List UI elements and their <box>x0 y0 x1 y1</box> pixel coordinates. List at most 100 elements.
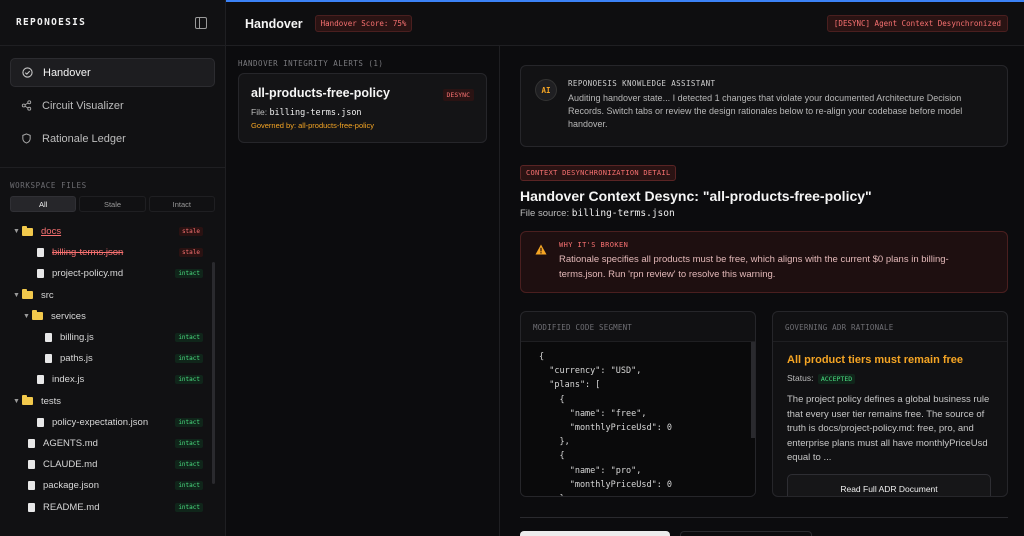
adr-text: The project policy defines a global busi… <box>787 394 990 463</box>
brand-logo: REPONOESIS <box>16 17 87 28</box>
divider <box>520 517 1008 518</box>
code-scrollbar[interactable] <box>751 342 755 438</box>
tree-folder-docs[interactable]: ▼ docs stale <box>10 221 215 242</box>
code-line: "currency": "USD", <box>539 366 642 377</box>
status-badge: stale <box>178 248 203 258</box>
tree-file-billing-terms[interactable]: billing-terms.json stale <box>10 242 215 263</box>
ai-icon: AI <box>535 79 557 101</box>
file-icon <box>28 481 35 491</box>
top-bar: Handover Handover Score: 75% [DESYNC] Ag… <box>226 0 1024 46</box>
code-line: "monthlyPriceUsd": 0 <box>539 479 673 490</box>
tree-file-billing-js[interactable]: billing.js intact <box>10 327 215 348</box>
warning-icon <box>535 244 547 292</box>
tree-item-label: policy-expectation.json <box>52 416 149 428</box>
tree-item-label: README.md <box>43 501 100 513</box>
filter-intact[interactable]: Intact <box>148 196 215 212</box>
tree-item-label: docs <box>41 226 62 238</box>
adr-title: All product tiers must remain free <box>787 354 964 366</box>
brand-row: REPONOESIS <box>0 0 225 46</box>
tree-file-readme-md[interactable]: README.md intact <box>10 496 215 517</box>
nav-item-label: Circuit Visualizer <box>42 99 124 112</box>
tree-file-policy-expectation[interactable]: policy-expectation.json intact <box>10 412 215 433</box>
assistant-message: Auditing handover state... I detected 1 … <box>568 93 963 129</box>
tree-folder-services[interactable]: ▼ services <box>10 306 215 327</box>
folder-icon <box>22 289 33 300</box>
folder-icon <box>32 310 43 321</box>
status-badge: intact <box>175 375 203 385</box>
file-filter-tabs: All Stale Intact <box>10 196 215 212</box>
code-line: } <box>539 494 755 496</box>
comparison-panels: MODIFIED CODE SEGMENT { "currency": "USD… <box>520 311 1008 497</box>
tree-item-label: paths.js <box>60 353 93 365</box>
why-text: Rationale specifies all products must be… <box>559 254 949 280</box>
tree-file-index-js[interactable]: index.js intact <box>10 369 215 390</box>
read-adr-button[interactable]: Read Full ADR Document <box>787 474 991 496</box>
sidebar-toggle-icon[interactable] <box>195 16 207 29</box>
alert-card[interactable]: all-products-free-policy DESYNC File: bi… <box>238 73 487 143</box>
tree-item-label: tests <box>41 395 62 407</box>
tree-file-package-json[interactable]: package.json intact <box>10 475 215 496</box>
tree-item-label: billing-terms.json <box>52 247 124 259</box>
why-broken-box: WHY IT'S BROKEN Rationale specifies all … <box>520 231 1008 293</box>
primary-action-button[interactable] <box>520 531 670 536</box>
sidebar-scrollbar[interactable] <box>212 262 215 484</box>
code-line: "name": "pro", <box>539 465 642 476</box>
sidebar: REPONOESIS Handover Circuit Visualizer R… <box>0 0 226 536</box>
nav-item-circuit-visualizer[interactable]: Circuit Visualizer <box>10 91 215 120</box>
nav-item-handover[interactable]: Handover <box>10 58 215 87</box>
chevron-down-icon: ▼ <box>13 291 20 299</box>
status-badge: stale <box>178 227 203 237</box>
assistant-card: AI REPONOESIS KNOWLEDGE ASSISTANT Auditi… <box>520 65 1008 147</box>
tree-file-paths-js[interactable]: paths.js intact <box>10 348 215 369</box>
tree-file-claude-md[interactable]: CLAUDE.md intact <box>10 454 215 475</box>
desync-status-badge: [DESYNC] Agent Context Desynchronized <box>826 15 1008 32</box>
alert-title: all-products-free-policy <box>251 86 390 100</box>
context-source: File source: billing-terms.json <box>520 208 1008 219</box>
status-badge: intact <box>175 438 203 448</box>
status-badge: intact <box>175 417 203 427</box>
adr-panel-header: GOVERNING ADR RATIONALE <box>773 312 1007 342</box>
file-icon <box>28 502 35 512</box>
page-title: Handover <box>245 16 303 31</box>
tree-item-label: index.js <box>52 374 85 386</box>
alerts-column: HANDOVER INTEGRITY ALERTS (1) all-produc… <box>226 46 500 536</box>
tree-folder-src[interactable]: ▼ src <box>10 285 215 306</box>
workspace-files-label: WORKSPACE FILES <box>10 181 87 190</box>
tree-item-label: src <box>41 289 54 301</box>
adr-status: Status: ACCEPTED <box>787 373 993 384</box>
tree-item-label: project-policy.md <box>52 268 124 280</box>
sidebar-nav: Handover Circuit Visualizer Rationale Le… <box>0 46 225 168</box>
file-icon <box>28 438 35 448</box>
code-line: }, <box>539 437 570 448</box>
adr-body: All product tiers must remain free Statu… <box>773 342 1007 478</box>
secondary-action-button[interactable] <box>680 531 812 536</box>
chevron-down-icon: ▼ <box>13 228 20 236</box>
nav-item-rationale-ledger[interactable]: Rationale Ledger <box>10 124 215 153</box>
alert-file-name: billing-terms.json <box>269 108 362 118</box>
context-title: Handover Context Desync: "all-products-f… <box>520 188 872 204</box>
folder-icon <box>22 395 33 406</box>
file-icon <box>37 417 44 427</box>
tree-file-agents-md[interactable]: AGENTS.md intact <box>10 433 215 454</box>
context-source-file: billing-terms.json <box>571 208 675 219</box>
shield-icon <box>20 133 32 145</box>
code-line: "plans": [ <box>539 380 601 391</box>
code-line: "monthlyPriceUsd": 0 <box>539 422 673 433</box>
tree-item-label: package.json <box>43 480 99 492</box>
context-source-label: File source: <box>520 208 570 219</box>
check-circle-icon <box>21 67 33 79</box>
alerts-label: HANDOVER INTEGRITY ALERTS (1) <box>238 59 384 68</box>
filter-all[interactable]: All <box>10 196 77 212</box>
handover-score-badge: Handover Score: 75% <box>314 15 413 32</box>
chevron-down-icon: ▼ <box>13 397 20 405</box>
tree-file-project-policy[interactable]: project-policy.md intact <box>10 263 215 284</box>
file-icon <box>37 248 44 258</box>
code-panel-header: MODIFIED CODE SEGMENT <box>521 312 755 342</box>
file-tree: ▼ docs stale billing-terms.json stale pr… <box>0 221 225 518</box>
tree-item-label: CLAUDE.md <box>43 459 98 471</box>
file-icon <box>37 375 44 385</box>
code-panel: MODIFIED CODE SEGMENT { "currency": "USD… <box>520 311 756 497</box>
filter-stale[interactable]: Stale <box>79 196 146 212</box>
chevron-down-icon: ▼ <box>23 312 30 320</box>
tree-folder-tests[interactable]: ▼ tests <box>10 391 215 412</box>
